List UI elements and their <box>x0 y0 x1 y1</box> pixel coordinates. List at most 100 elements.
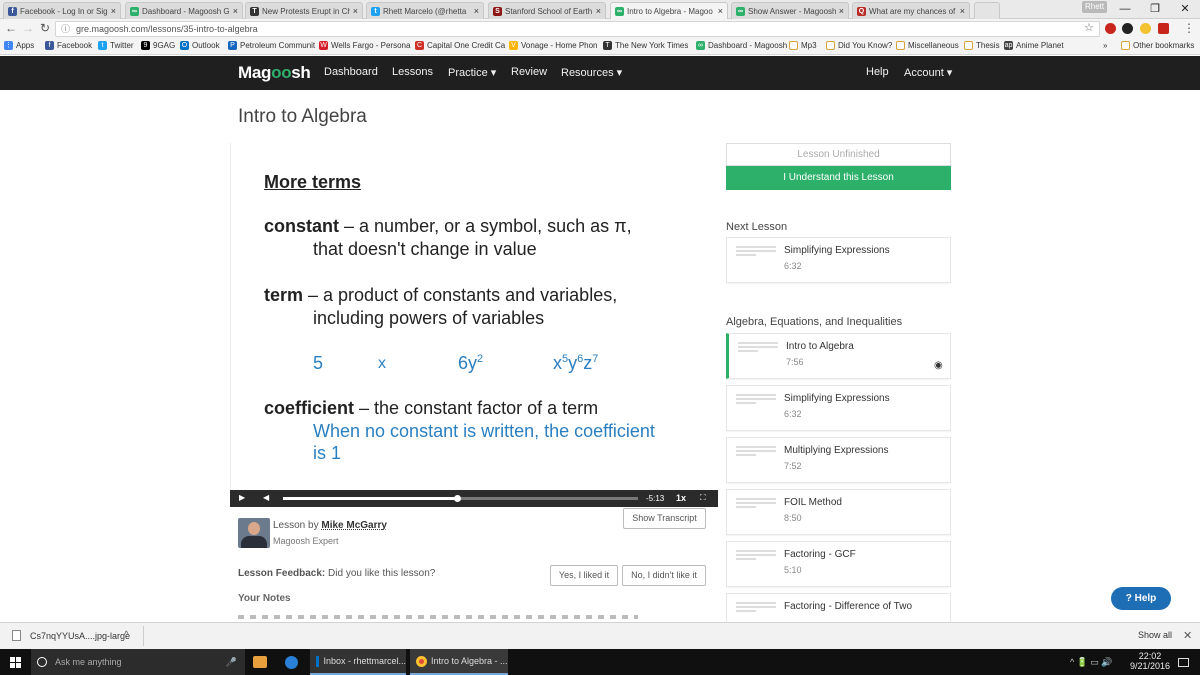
tab-close-icon[interactable]: × <box>718 6 723 16</box>
lesson-list-item[interactable]: Simplifying Expressions 6:32 <box>726 385 951 431</box>
browser-tab[interactable]: t Rhett Marcelo (@rhetta × <box>366 2 484 19</box>
taskbar-chrome[interactable]: Intro to Algebra - ... <box>410 649 508 675</box>
notes-label: Your Notes <box>238 593 291 604</box>
menu-icon[interactable]: ⋮ <box>1183 21 1195 35</box>
notifications-icon[interactable] <box>1178 649 1189 675</box>
bookmark-item[interactable]: W Wells Fargo - Persona <box>319 41 410 50</box>
bookmark-favicon-icon: ∞ <box>696 41 705 50</box>
bookmark-item[interactable]: f Facebook <box>45 41 92 50</box>
browser-tab[interactable]: Q What are my chances of × <box>852 2 970 19</box>
bookmark-item[interactable]: ap Anime Planet <box>1004 41 1064 50</box>
lesson-title: FOIL Method <box>784 497 842 508</box>
tab-title: Dashboard - Magoosh G <box>142 6 230 16</box>
bookmark-item[interactable]: C Capital One Credit Ca <box>415 41 505 50</box>
taskbar-outlook[interactable]: Inbox - rhettmarcel... <box>310 649 406 675</box>
info-icon[interactable]: ⓘ <box>61 22 70 36</box>
fullscreen-icon[interactable]: ⛶ <box>700 493 706 503</box>
tab-close-icon[interactable]: × <box>960 6 965 16</box>
lesson-video[interactable]: More terms constant – a number, or a sym… <box>230 143 718 507</box>
bookmarks-overflow-icon[interactable]: » <box>1103 41 1107 50</box>
back-icon[interactable]: ← <box>5 21 17 35</box>
nav-dashboard[interactable]: Dashboard <box>324 66 378 78</box>
windows-start-icon[interactable] <box>10 649 21 675</box>
bookmark-item[interactable]: T The New York Times <box>603 41 688 50</box>
adblock-icon[interactable] <box>1105 23 1116 34</box>
term-definition-cont: including powers of variables <box>313 308 545 328</box>
vlc-taskbar-icon[interactable] <box>253 649 267 675</box>
tab-title: Facebook - Log In or Sig <box>20 6 108 16</box>
show-all-downloads[interactable]: Show all <box>1138 630 1172 640</box>
system-tray[interactable]: ^ 🔋 ▭ 🔊 <box>1070 649 1113 675</box>
nav-resources[interactable]: Resources ▾ <box>561 66 622 79</box>
forward-icon[interactable]: → <box>22 21 34 35</box>
bookmark-item[interactable]: P Petroleum Communit <box>228 41 315 50</box>
close-downloads-icon[interactable]: ✕ <box>1183 629 1192 642</box>
pocket-icon[interactable] <box>1158 23 1169 34</box>
bookmark-item[interactable]: Miscellaneous <box>896 41 959 50</box>
speed-button[interactable]: 1x <box>676 493 686 503</box>
lesson-list-item[interactable]: Intro to Algebra 7:56 ◉ <box>726 333 951 379</box>
tab-close-icon[interactable]: × <box>111 6 116 16</box>
help-button[interactable]: ? Help <box>1111 587 1171 610</box>
magoosh-logo[interactable]: Magoosh <box>238 63 311 83</box>
next-lesson-card[interactable]: Simplifying Expressions 6:32 <box>726 237 951 283</box>
download-options-caret[interactable]: ^ <box>124 630 129 641</box>
video-progress-handle[interactable] <box>453 495 461 502</box>
browser-tab[interactable]: f Facebook - Log In or Sig × <box>3 2 121 19</box>
browser-tab[interactable]: T New Protests Erupt in Ch × <box>245 2 363 19</box>
lesson-thumbnail <box>733 548 779 580</box>
tab-close-icon[interactable]: × <box>353 6 358 16</box>
tab-close-icon[interactable]: × <box>839 6 844 16</box>
microphone-icon[interactable]: 🎤 <box>226 657 237 668</box>
reload-icon[interactable]: ↻ <box>40 21 50 35</box>
nav-practice[interactable]: Practice ▾ <box>448 66 496 79</box>
tab-close-icon[interactable]: × <box>233 6 238 16</box>
bookmark-item[interactable]: ∞ Dashboard - Magoosh <box>696 41 787 50</box>
tab-close-icon[interactable]: × <box>596 6 601 16</box>
volume-icon[interactable]: ◀ <box>263 493 269 502</box>
nav-help[interactable]: Help <box>866 66 889 78</box>
clock[interactable]: 22:02 9/21/2016 <box>1130 651 1170 671</box>
restore-icon[interactable]: ❐ <box>1140 0 1170 19</box>
show-transcript-button[interactable]: Show Transcript <box>623 508 706 529</box>
bookmark-item[interactable]: ⋮ Apps <box>4 41 34 50</box>
minimize-icon[interactable]: — <box>1110 0 1140 19</box>
close-window-icon[interactable]: ✕ <box>1170 0 1200 19</box>
bookmark-item[interactable]: 9 9GAG <box>141 41 175 50</box>
lesson-list-item[interactable]: Factoring - Difference of Two <box>726 593 951 623</box>
bookmark-item[interactable]: Did You Know? <box>826 41 892 50</box>
nav-account[interactable]: Account ▾ <box>904 66 952 79</box>
feedback-no-button[interactable]: No, I didn't like it <box>622 565 706 586</box>
bookmark-item[interactable]: Thesis <box>964 41 1000 50</box>
tab-close-icon[interactable]: × <box>474 6 479 16</box>
other-bookmarks[interactable]: Other bookmarks <box>1121 41 1194 50</box>
browser-tab[interactable]: ∞ Intro to Algebra - Magoo × <box>610 2 728 19</box>
user-badge[interactable]: Rhett <box>1082 1 1108 13</box>
bookmark-item[interactable]: Mp3 <box>789 41 817 50</box>
taskbar-search[interactable]: Ask me anything 🎤 <box>31 649 245 675</box>
understand-lesson-button[interactable]: I Understand this Lesson <box>726 166 951 190</box>
browser-tab[interactable]: ∞ Show Answer - Magoosh × <box>731 2 849 19</box>
star-icon[interactable]: ☆ <box>1084 21 1094 35</box>
video-progress-track[interactable] <box>283 495 638 502</box>
author-name[interactable]: Mike McGarry <box>321 520 387 531</box>
extension-icon[interactable] <box>1122 23 1133 34</box>
nav-lessons[interactable]: Lessons <box>392 66 433 78</box>
new-tab-button[interactable] <box>974 2 1000 19</box>
nav-review[interactable]: Review <box>511 66 547 78</box>
edge-taskbar-icon[interactable] <box>285 649 298 675</box>
bookmark-item[interactable]: O Outlook <box>180 41 220 50</box>
browser-tab[interactable]: ∞ Dashboard - Magoosh G × <box>125 2 243 19</box>
lesson-list-item[interactable]: Multiplying Expressions 7:52 <box>726 437 951 483</box>
download-file-name[interactable]: Cs7nqYYUsA....jpg-large <box>30 631 130 641</box>
lesson-list-item[interactable]: Factoring - GCF 5:10 <box>726 541 951 587</box>
lesson-list-item[interactable]: FOIL Method 8:50 <box>726 489 951 535</box>
url-field[interactable]: ⓘ gre.magoosh.com/lessons/35-intro-to-al… <box>55 21 1100 37</box>
bookmark-item[interactable]: V Vonage - Home Phon <box>509 41 598 50</box>
play-icon[interactable]: ▶ <box>239 493 245 502</box>
emoji-extension-icon[interactable] <box>1140 23 1151 34</box>
bookmark-item[interactable]: t Twitter <box>98 41 134 50</box>
notes-editor-preview[interactable] <box>238 615 638 619</box>
browser-tab[interactable]: S Stanford School of Earth × <box>488 2 606 19</box>
feedback-yes-button[interactable]: Yes, I liked it <box>550 565 618 586</box>
